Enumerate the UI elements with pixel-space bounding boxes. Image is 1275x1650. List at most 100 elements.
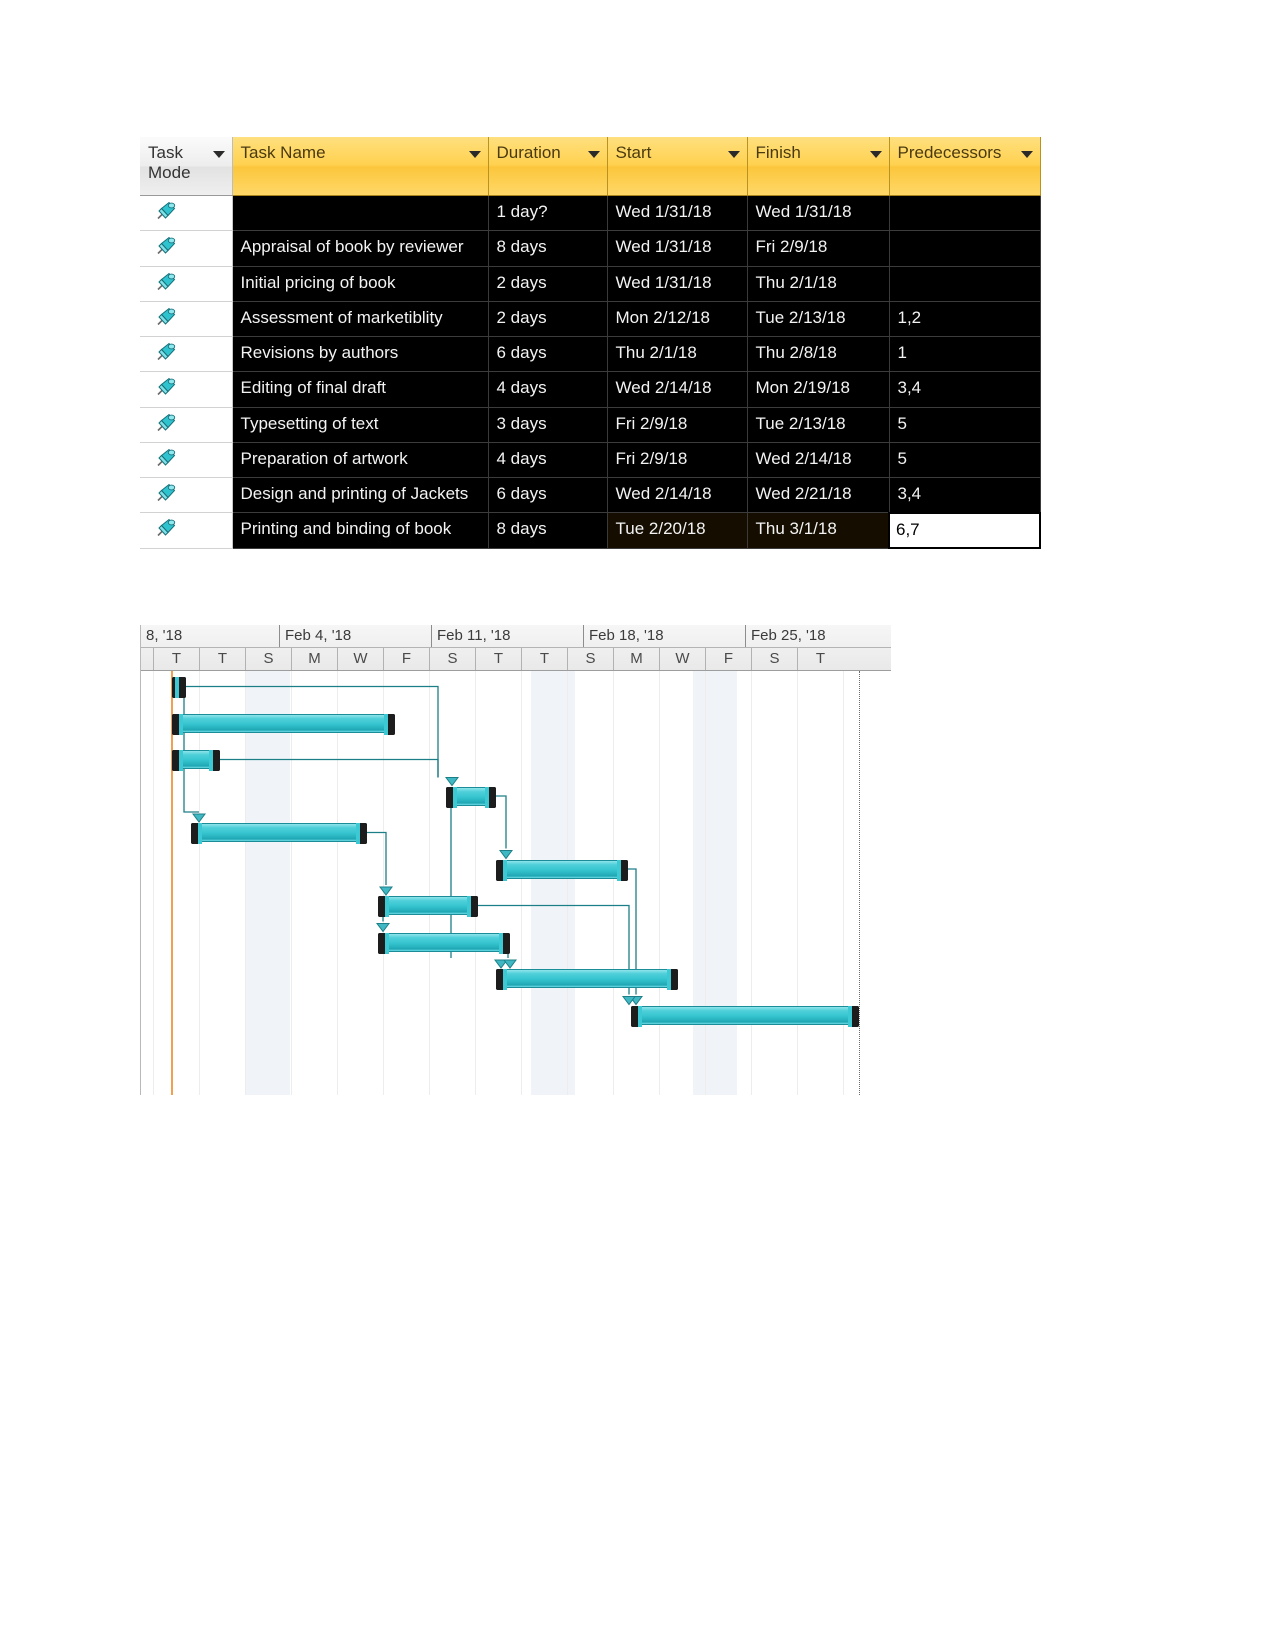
task-mode-cell[interactable] (140, 230, 233, 267)
gantt-task-bar[interactable] (172, 713, 395, 735)
predecessors-cell[interactable]: 3,4 (889, 371, 1041, 408)
duration-cell[interactable]: 8 days (488, 230, 608, 267)
start-date-cell[interactable]: Fri 2/9/18 (607, 407, 748, 443)
filter-dropdown-icon-task-name[interactable] (468, 151, 481, 158)
duration-cell[interactable]: 2 days (488, 301, 608, 338)
timeline-bar-area[interactable] (141, 671, 891, 1095)
task-mode-cell[interactable] (140, 336, 233, 373)
task-mode-cell[interactable] (140, 442, 233, 479)
duration-cell[interactable]: 4 days (488, 371, 608, 408)
table-row[interactable]: Appraisal of book by reviewer 8 days Wed 1… (140, 230, 1041, 267)
predecessors-cell[interactable]: 1 (889, 336, 1041, 373)
filter-dropdown-icon-finish[interactable] (869, 151, 882, 158)
gantt-task-bar[interactable] (496, 859, 628, 881)
column-header-task-name[interactable]: Task Name (232, 137, 489, 196)
start-date-cell[interactable]: Wed 1/31/18 (607, 266, 748, 302)
duration-cell[interactable]: 3 days (488, 407, 608, 443)
table-row[interactable]: Initial pricing of book 2 days Wed 1/31/18… (140, 266, 1041, 302)
start-date-cell[interactable]: Thu 2/1/18 (607, 336, 748, 373)
predecessors-cell[interactable] (889, 266, 1041, 302)
finish-date-cell[interactable]: Thu 2/8/18 (747, 336, 890, 373)
predecessors-cell[interactable]: 5 (889, 442, 1041, 479)
dependency-link (367, 831, 387, 885)
predecessors-cell[interactable] (889, 230, 1041, 267)
task-name-cell[interactable]: Editing of final draft (232, 371, 489, 408)
gantt-task-bar[interactable] (446, 786, 496, 808)
finish-date-cell[interactable]: Fri 2/9/18 (747, 230, 890, 267)
table-row[interactable]: 1 day? Wed 1/31/18 Wed 1/31/18 (140, 195, 1041, 232)
gantt-task-bar[interactable] (172, 677, 186, 698)
table-header-row: Task Mode Task Name Duration Start Finis… (140, 137, 1041, 196)
task-table: Task Mode Task Name Duration Start Finis… (140, 137, 1041, 550)
task-name-cell[interactable]: Initial pricing of book (232, 266, 489, 302)
table-row[interactable]: Typesetting of text 3 days Fri 2/9/18 Tue 2… (140, 407, 1041, 443)
task-name-cell[interactable]: Assessment of marketiblity (232, 301, 489, 338)
task-mode-cell[interactable] (140, 371, 233, 408)
column-header-predecessors[interactable]: Predecessors (889, 137, 1041, 196)
table-row[interactable]: Revisions by authors 6 days Thu 2/1/18 Thu … (140, 336, 1041, 373)
gantt-task-bar[interactable] (172, 750, 220, 771)
duration-cell[interactable]: 4 days (488, 442, 608, 479)
filter-dropdown-icon-duration[interactable] (587, 151, 600, 158)
duration-cell[interactable]: 6 days (488, 336, 608, 373)
start-date-cell[interactable]: Mon 2/12/18 (607, 301, 748, 338)
filter-dropdown-icon-start[interactable] (727, 151, 740, 158)
task-mode-cell[interactable] (140, 301, 233, 338)
table-row[interactable]: Editing of final draft 4 days Wed 2/14/18 M… (140, 371, 1041, 408)
gantt-task-bar[interactable] (191, 823, 367, 844)
filter-dropdown-icon-task-mode[interactable] (212, 151, 225, 158)
task-name-cell[interactable]: Appraisal of book by reviewer (232, 230, 489, 267)
predecessors-cell[interactable] (889, 195, 1041, 232)
column-header-duration[interactable]: Duration (488, 137, 608, 196)
finish-date-cell[interactable]: Thu 3/1/18 (747, 512, 890, 549)
finish-date-cell[interactable]: Thu 2/1/18 (747, 266, 890, 302)
start-date-cell[interactable]: Fri 2/9/18 (607, 442, 748, 479)
start-date-cell[interactable]: Wed 1/31/18 (607, 230, 748, 267)
predecessors-cell[interactable]: 3,4 (889, 477, 1041, 514)
task-name-cell[interactable]: Revisions by authors (232, 336, 489, 373)
duration-cell[interactable]: 6 days (488, 477, 608, 514)
table-row[interactable]: Printing and binding of book 8 days Tue 2/… (140, 511, 1041, 550)
column-header-task-mode[interactable]: Task Mode (140, 137, 233, 196)
table-row[interactable]: Preparation of artwork 4 days Fri 2/9/18 We… (140, 442, 1041, 479)
task-mode-cell[interactable] (140, 477, 233, 514)
gantt-task-bar[interactable] (496, 969, 678, 990)
duration-cell[interactable]: 2 days (488, 266, 608, 302)
pushpin-icon (152, 481, 178, 507)
task-mode-cell[interactable] (140, 512, 233, 549)
finish-date-cell[interactable]: Wed 1/31/18 (747, 195, 890, 232)
start-date-cell[interactable]: Wed 2/14/18 (607, 371, 748, 408)
predecessors-cell[interactable]: 5 (889, 407, 1041, 443)
finish-date-cell[interactable]: Tue 2/13/18 (747, 407, 890, 443)
task-name-cell[interactable] (232, 195, 489, 232)
timeline-day-label: M (613, 648, 659, 670)
table-row[interactable]: Assessment of marketiblity 2 days Mon 2/12… (140, 301, 1041, 338)
dependency-arrowhead (445, 777, 459, 787)
column-header-start[interactable]: Start (607, 137, 748, 196)
start-date-cell[interactable]: Tue 2/20/18 (607, 512, 748, 549)
predecessors-cell[interactable]: 6,7 (888, 511, 1041, 550)
gantt-task-bar[interactable] (378, 932, 510, 954)
finish-date-cell[interactable]: Wed 2/21/18 (747, 477, 890, 514)
task-name-cell[interactable]: Preparation of artwork (232, 442, 489, 479)
task-name-cell[interactable]: Design and printing of Jackets (232, 477, 489, 514)
task-mode-cell[interactable] (140, 407, 233, 443)
predecessors-cell[interactable]: 1,2 (889, 301, 1041, 338)
filter-dropdown-icon-predecessors[interactable] (1020, 151, 1033, 158)
bar-end-cap (667, 969, 678, 990)
finish-date-cell[interactable]: Wed 2/14/18 (747, 442, 890, 479)
task-name-cell[interactable]: Typesetting of text (232, 407, 489, 443)
task-mode-cell[interactable] (140, 195, 233, 232)
start-date-cell[interactable]: Wed 1/31/18 (607, 195, 748, 232)
start-date-cell[interactable]: Wed 2/14/18 (607, 477, 748, 514)
table-row[interactable]: Design and printing of Jackets 6 days Wed … (140, 477, 1041, 514)
duration-cell[interactable]: 1 day? (488, 195, 608, 232)
task-mode-cell[interactable] (140, 266, 233, 302)
finish-date-cell[interactable]: Mon 2/19/18 (747, 371, 890, 408)
column-header-finish[interactable]: Finish (747, 137, 890, 196)
finish-date-cell[interactable]: Tue 2/13/18 (747, 301, 890, 338)
duration-cell[interactable]: 8 days (488, 512, 608, 549)
gantt-task-bar[interactable] (631, 1005, 859, 1027)
task-name-cell[interactable]: Printing and binding of book (232, 512, 489, 549)
gantt-task-bar[interactable] (378, 896, 478, 917)
